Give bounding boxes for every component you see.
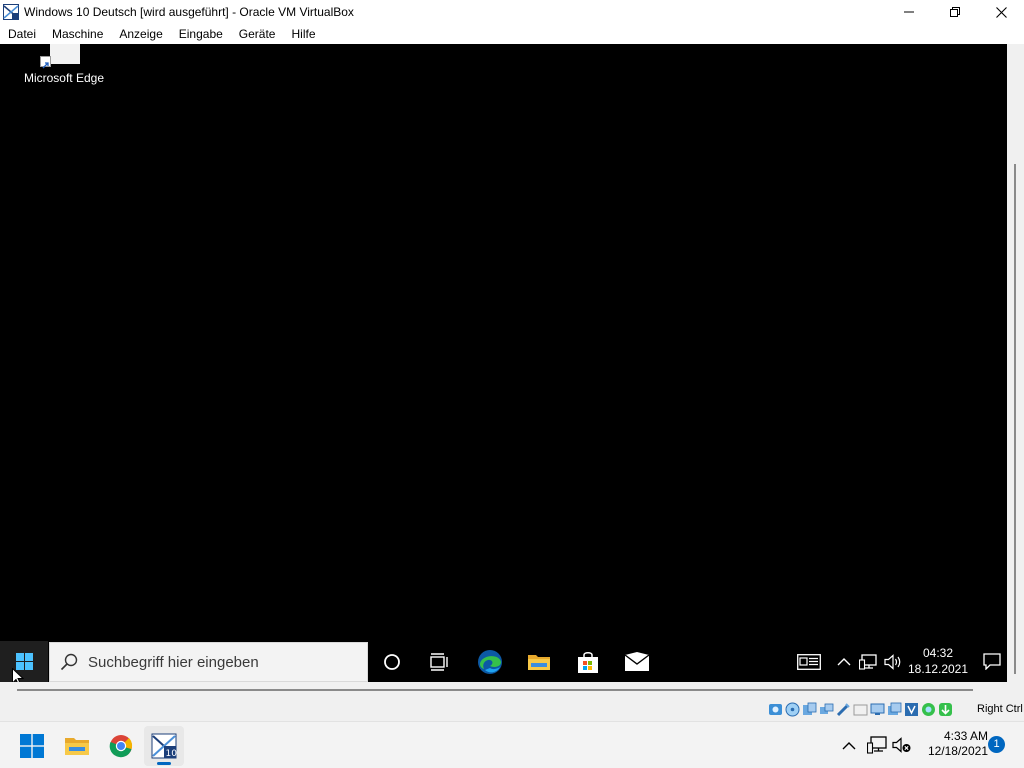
edge-taskbar-button[interactable] xyxy=(466,641,514,682)
minimize-icon xyxy=(904,11,914,13)
search-placeholder: Suchbegriff hier eingeben xyxy=(88,653,259,671)
chrome-icon xyxy=(109,735,133,758)
folder-icon xyxy=(528,654,550,670)
speaker-muted-icon xyxy=(892,737,911,753)
host-chrome-button[interactable] xyxy=(101,726,141,766)
guest-display[interactable]: Microsoft Edge Suchbegriff hier eingeben xyxy=(0,44,1007,682)
task-view-icon xyxy=(430,652,448,671)
display-status-icon[interactable] xyxy=(870,702,885,717)
virtualbox-icon xyxy=(3,4,19,20)
guest-start-button[interactable] xyxy=(0,641,48,682)
restore-icon xyxy=(950,7,960,17)
desktop-icon-label: Microsoft Edge xyxy=(23,71,105,85)
host-clock-date: 12/18/2021 xyxy=(927,744,988,758)
guest-clock-date: 18.12.2021 xyxy=(907,662,969,676)
menu-geraete[interactable]: Geräte xyxy=(231,24,284,44)
virtualbox-screen: Windows 10 Deutsch [wird ausgeführt] - O… xyxy=(0,0,1024,768)
menu-eingabe[interactable]: Eingabe xyxy=(171,24,231,44)
volume-button[interactable] xyxy=(881,641,905,682)
virtualbox-vm-icon: 10 xyxy=(151,733,177,759)
network-icon xyxy=(859,653,877,670)
mail-button[interactable] xyxy=(613,641,661,682)
search-icon xyxy=(60,653,78,671)
notification-icon xyxy=(983,653,1001,670)
cortana-icon xyxy=(384,653,400,670)
virtualization-status-icon[interactable] xyxy=(904,702,919,717)
horizontal-scrollbar[interactable] xyxy=(0,682,1024,699)
host-key-label[interactable]: Right Ctrl xyxy=(977,703,1023,715)
notification-count-badge[interactable]: 1 xyxy=(988,736,1005,753)
host-clock-time: 4:33 AM xyxy=(943,729,988,743)
speaker-icon xyxy=(884,653,901,670)
minimize-button[interactable] xyxy=(886,0,932,24)
usb-status-icon[interactable] xyxy=(836,702,851,717)
optical-drive-status-icon[interactable] xyxy=(785,702,800,717)
guest-clock[interactable]: 04:32 18.12.2021 xyxy=(905,645,971,677)
chevron-up-icon xyxy=(842,741,856,749)
file-explorer-button[interactable] xyxy=(515,641,563,682)
news-icon xyxy=(797,653,821,670)
host-volume-button[interactable] xyxy=(890,734,914,756)
news-widget-button[interactable] xyxy=(794,641,824,682)
guest-search-box[interactable]: Suchbegriff hier eingeben xyxy=(49,642,368,682)
store-button[interactable] xyxy=(564,641,612,682)
folder-icon xyxy=(65,738,89,755)
network-button[interactable] xyxy=(856,641,880,682)
active-app-indicator xyxy=(157,762,171,765)
mouse-integration-status-icon[interactable] xyxy=(921,702,936,717)
menu-maschine[interactable]: Maschine xyxy=(44,24,111,44)
menu-datei[interactable]: Datei xyxy=(0,24,44,44)
host-network-button[interactable] xyxy=(865,734,889,756)
windows11-logo-icon xyxy=(20,734,44,758)
shared-folders-status-icon[interactable] xyxy=(853,702,868,717)
network-status-icon[interactable] xyxy=(819,702,834,717)
edge-desktop-icon xyxy=(50,44,80,64)
menubar: Datei Maschine Anzeige Eingabe Geräte Hi… xyxy=(0,24,1024,44)
cortana-button[interactable] xyxy=(368,641,416,682)
host-virtualbox-button[interactable]: 10 xyxy=(144,726,184,766)
restore-button[interactable] xyxy=(932,0,978,24)
mail-icon xyxy=(624,651,650,671)
host-clock[interactable]: 4:33 AM 12/18/2021 xyxy=(918,729,988,759)
vm-status-bar: Right Ctrl xyxy=(0,699,1024,721)
shortcut-arrow-icon xyxy=(40,56,51,69)
store-bag-icon xyxy=(578,651,598,673)
host-start-button[interactable] xyxy=(12,726,52,766)
host-file-explorer-button[interactable] xyxy=(57,726,97,766)
task-view-button[interactable] xyxy=(416,641,464,682)
desktop-icon-microsoft-edge[interactable]: Microsoft Edge xyxy=(14,44,114,92)
host-taskbar: 10 4:33 AM 12/18/2021 1 xyxy=(0,721,1024,768)
audio-status-icon[interactable] xyxy=(802,702,817,717)
video-capture-status-icon[interactable] xyxy=(887,702,902,717)
menu-hilfe[interactable]: Hilfe xyxy=(283,24,323,44)
show-hidden-icons-button[interactable] xyxy=(834,641,854,682)
vertical-scrollbar-thumb[interactable] xyxy=(1014,164,1016,674)
window-title-bar[interactable]: Windows 10 Deutsch [wird ausgeführt] - O… xyxy=(0,0,1024,24)
keyboard-status-icon[interactable] xyxy=(938,702,953,717)
menu-anzeige[interactable]: Anzeige xyxy=(111,24,170,44)
chevron-up-icon xyxy=(837,658,851,666)
svg-text:10: 10 xyxy=(166,749,178,759)
close-button[interactable] xyxy=(978,0,1024,24)
guest-clock-time: 04:32 xyxy=(922,646,954,660)
network-icon xyxy=(867,736,887,754)
window-title: Windows 10 Deutsch [wird ausgeführt] - O… xyxy=(24,5,354,19)
host-show-hidden-icons-button[interactable] xyxy=(837,734,861,756)
horizontal-scrollbar-thumb[interactable] xyxy=(17,689,973,691)
hard-disk-status-icon[interactable] xyxy=(768,702,783,717)
edge-icon xyxy=(478,649,502,674)
action-center-button[interactable] xyxy=(978,641,1006,682)
guest-taskbar: Suchbegriff hier eingeben 04:32 18.12.20… xyxy=(0,641,1007,682)
close-icon xyxy=(995,6,1007,18)
vertical-scrollbar[interactable] xyxy=(1007,44,1024,682)
